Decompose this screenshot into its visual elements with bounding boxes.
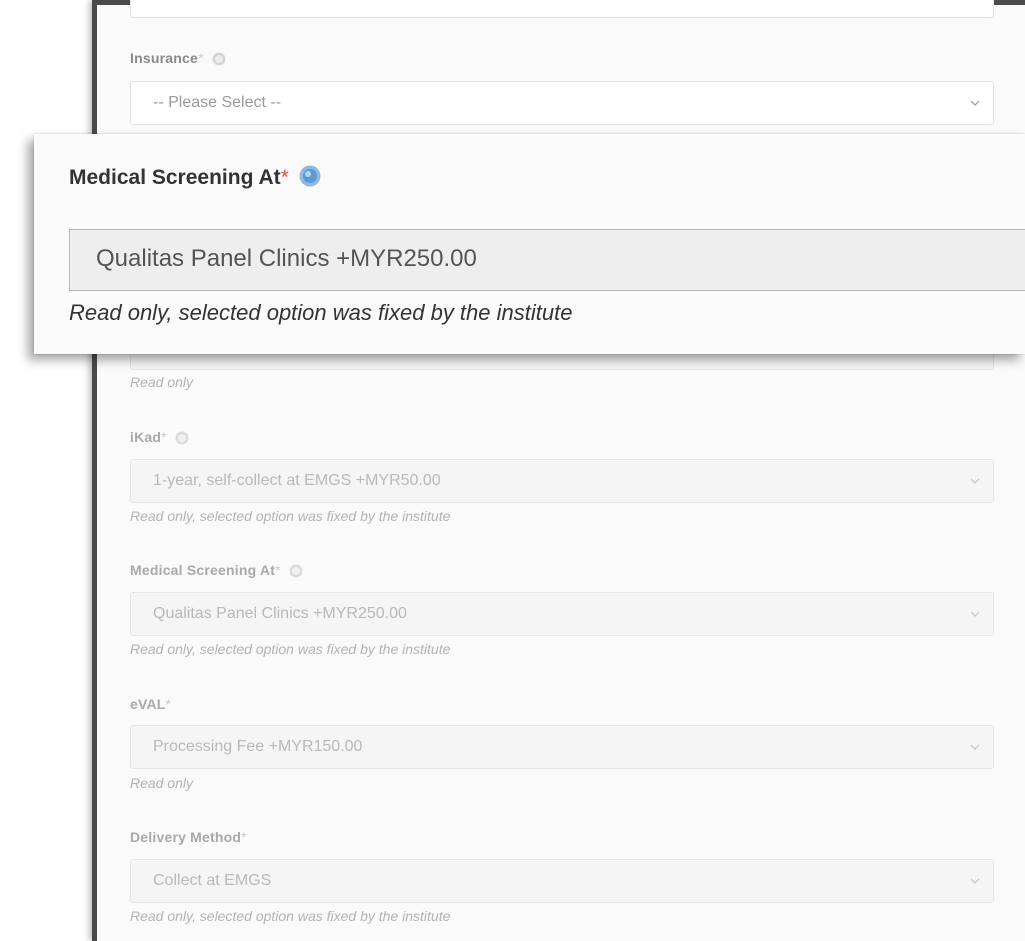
top-partial-select[interactable]: [130, 0, 994, 18]
eval-label: eVAL*: [130, 696, 171, 712]
ikad-label-text: iKad: [130, 429, 162, 445]
required-mark: *: [165, 696, 172, 712]
ikad-help: Read only, selected option was fixed by …: [130, 508, 451, 524]
insurance-label: Insurance*: [130, 50, 226, 66]
required-mark: *: [275, 562, 281, 578]
delivery-method-label-text: Delivery Method: [130, 829, 242, 845]
eval-help: Read only: [130, 775, 194, 791]
zoom-callout: Medical Screening At* Qualitas Panel Cli…: [34, 134, 1025, 354]
delivery-method-label: Delivery Method*: [130, 829, 247, 845]
insurance-select-value: -- Please Select --: [153, 94, 282, 111]
delivery-method-help: Read only, selected option was fixed by …: [130, 908, 451, 924]
insurance-select[interactable]: -- Please Select --: [130, 81, 994, 125]
hidden-field-help: Read only: [130, 374, 194, 390]
medical-screening-select[interactable]: Qualitas Panel Clinics +MYR250.00: [130, 592, 994, 636]
eval-select[interactable]: Processing Fee +MYR150.00: [130, 725, 994, 769]
eval-label-text: eVAL: [130, 696, 166, 712]
help-icon[interactable]: [175, 431, 189, 445]
ikad-select-value: 1-year, self-collect at EMGS +MYR50.00: [153, 472, 441, 489]
eval-select-value: Processing Fee +MYR150.00: [153, 738, 363, 755]
help-icon[interactable]: [289, 564, 303, 578]
required-mark: *: [197, 50, 204, 66]
zoom-medical-screening-label: Medical Screening At*: [69, 165, 321, 190]
chevron-down-icon: [970, 744, 980, 750]
ikad-select[interactable]: 1-year, self-collect at EMGS +MYR50.00: [130, 459, 994, 503]
ikad-label: iKad*: [130, 429, 189, 445]
help-icon[interactable]: [212, 52, 226, 66]
chevron-down-icon: [970, 478, 980, 484]
required-mark: *: [161, 429, 167, 445]
zoom-medical-screening-select[interactable]: Qualitas Panel Clinics +MYR250.00: [69, 229, 1025, 291]
insurance-label-text: Insurance: [130, 50, 198, 66]
zoom-select-value: Qualitas Panel Clinics +MYR250.00: [96, 245, 477, 272]
zoom-help-text: Read only, selected option was fixed by …: [69, 300, 573, 325]
medical-screening-select-value: Qualitas Panel Clinics +MYR250.00: [153, 605, 407, 622]
required-mark: *: [241, 829, 247, 845]
chevron-down-icon: [970, 611, 980, 617]
zoom-label-text: Medical Screening At: [69, 166, 281, 189]
medical-screening-label-text: Medical Screening At: [130, 562, 276, 578]
delivery-method-select-value: Collect at EMGS: [153, 872, 272, 889]
medical-screening-help: Read only, selected option was fixed by …: [130, 641, 451, 657]
help-icon[interactable]: [299, 165, 321, 187]
medical-screening-label: Medical Screening At*: [130, 562, 303, 578]
chevron-down-icon: [970, 878, 980, 884]
chevron-down-icon: [970, 100, 980, 106]
required-mark: *: [280, 166, 289, 189]
delivery-method-select[interactable]: Collect at EMGS: [130, 859, 994, 903]
